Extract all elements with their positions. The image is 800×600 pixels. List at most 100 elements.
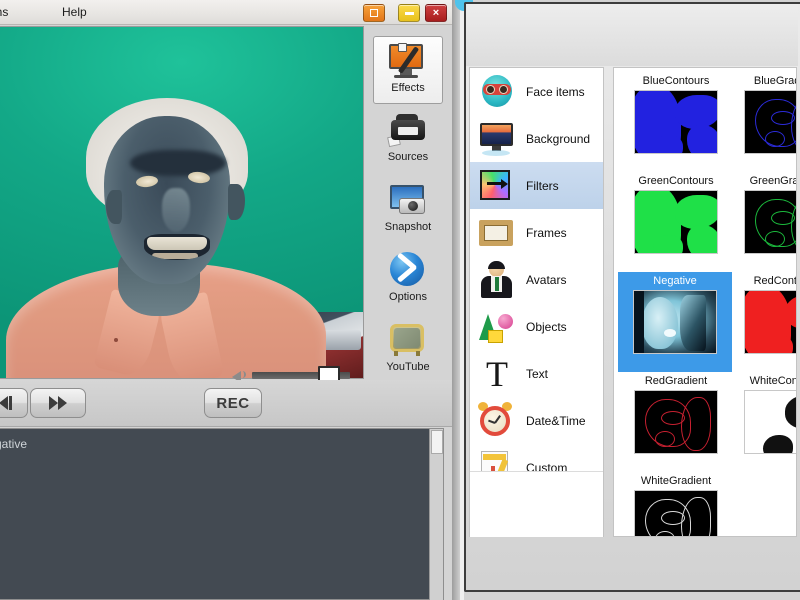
monitor-icon bbox=[476, 120, 516, 158]
log-scrollbar-thumb[interactable] bbox=[431, 430, 443, 454]
effect-thumb-bluecontours[interactable]: BlueContours bbox=[622, 72, 730, 168]
tool-rail: Effects Sources Snapshot Options YouTube bbox=[373, 36, 443, 376]
menu-item-help[interactable]: Help bbox=[57, 4, 92, 21]
category-label: Face items bbox=[526, 84, 585, 99]
forward-button[interactable] bbox=[30, 388, 86, 418]
effect-preview bbox=[634, 490, 718, 536]
category-label: Objects bbox=[526, 319, 567, 334]
tool-button-effects[interactable]: Effects bbox=[373, 36, 443, 104]
log-panel[interactable]: gative bbox=[0, 428, 444, 600]
tool-button-youtube[interactable]: YouTube bbox=[373, 316, 443, 384]
subject-teeth-upper bbox=[147, 237, 207, 250]
effect-label: Negative bbox=[653, 275, 697, 287]
effect-label: GreenContours bbox=[638, 175, 714, 187]
category-item-filters[interactable]: Filters bbox=[470, 162, 603, 209]
forward-icon bbox=[49, 396, 58, 410]
effect-label: RedGradient bbox=[644, 375, 708, 387]
subject-nose bbox=[162, 188, 190, 232]
effects-browser-toolbar bbox=[466, 4, 798, 66]
category-item-avatars[interactable]: Avatars bbox=[470, 256, 603, 303]
menu-item-options[interactable]: tions bbox=[0, 4, 13, 21]
previous-icon-bar bbox=[8, 396, 12, 410]
tool-label: Options bbox=[389, 291, 427, 303]
category-item-objects[interactable]: Objects bbox=[470, 303, 603, 350]
minimize-window-button[interactable] bbox=[398, 4, 420, 22]
effect-thumb-negative[interactable]: Negative bbox=[618, 272, 732, 372]
category-label: Text bbox=[526, 366, 549, 381]
effect-label: WhiteContours bbox=[749, 375, 796, 387]
effect-label: RedContours bbox=[753, 275, 797, 287]
webcam-app-window: tions Help × bbox=[0, 0, 452, 600]
effects-icon bbox=[386, 41, 430, 81]
person-icon bbox=[476, 260, 516, 299]
shirt-button bbox=[114, 338, 118, 342]
effect-thumb-redgradient[interactable]: RedGradient bbox=[622, 372, 730, 468]
tool-label: Effects bbox=[391, 82, 425, 94]
effect-preview bbox=[633, 290, 717, 354]
effect-label: BlueContours bbox=[642, 75, 710, 87]
category-item-text[interactable]: T Text bbox=[470, 350, 603, 397]
effect-preview bbox=[634, 190, 718, 254]
effect-label: BlueGradient bbox=[753, 75, 796, 87]
effect-thumb-bluegradient[interactable]: BlueGradient bbox=[732, 72, 796, 168]
record-button[interactable]: REC bbox=[204, 388, 262, 418]
window-edge bbox=[452, 0, 460, 600]
log-text: gative bbox=[0, 437, 28, 451]
sources-icon bbox=[386, 110, 430, 150]
category-item-background[interactable]: Background bbox=[470, 115, 603, 162]
category-label: Background bbox=[526, 131, 591, 146]
video-preview[interactable] bbox=[0, 26, 364, 379]
shirt-button bbox=[156, 378, 160, 379]
effect-label: GreenGradient bbox=[749, 175, 796, 187]
tool-label: YouTube bbox=[386, 361, 430, 373]
options-icon bbox=[386, 250, 430, 290]
subject-brow bbox=[130, 150, 226, 176]
subject-eye-left bbox=[135, 174, 159, 189]
subject-head bbox=[86, 98, 248, 287]
forward-icon bbox=[58, 396, 67, 410]
subject-face bbox=[104, 116, 245, 284]
subject-mouth bbox=[144, 234, 210, 260]
effect-thumb-whitegradient[interactable]: WhiteGradient bbox=[622, 472, 730, 536]
close-icon: × bbox=[432, 6, 440, 19]
picture-frame-icon bbox=[476, 214, 516, 252]
effect-preview bbox=[744, 90, 796, 154]
category-label: Avatars bbox=[526, 272, 567, 287]
subject-ear-left bbox=[106, 190, 122, 224]
effect-thumb-whitecontours[interactable]: WhiteContours bbox=[732, 372, 796, 468]
tool-button-snapshot[interactable]: Snapshot bbox=[373, 176, 443, 244]
letter-t-icon: T bbox=[486, 353, 508, 394]
previous-icon bbox=[0, 396, 8, 410]
category-label: Filters bbox=[526, 178, 559, 193]
category-item-date-time[interactable]: Date&Time bbox=[470, 397, 603, 444]
restore-window-button[interactable] bbox=[363, 4, 385, 22]
effects-grid: BlueContours BlueGradient bbox=[613, 67, 797, 537]
log-scrollbar[interactable] bbox=[429, 429, 443, 600]
category-list: Face items Background Filters Frames Ava… bbox=[469, 67, 604, 537]
effects-browser-window: Face items Background Filters Frames Ava… bbox=[452, 0, 800, 600]
face-mask-icon bbox=[476, 73, 516, 111]
effect-preview bbox=[634, 390, 718, 454]
effects-browser-body: Face items Background Filters Frames Ava… bbox=[464, 2, 800, 592]
app-root: tions Help × bbox=[0, 0, 800, 600]
effect-preview bbox=[744, 290, 796, 354]
close-window-button[interactable]: × bbox=[425, 4, 447, 22]
menu-bar: tions Help × bbox=[0, 0, 452, 25]
tool-label: Snapshot bbox=[384, 221, 432, 233]
effect-thumb-redcontours[interactable]: RedContours bbox=[732, 272, 797, 368]
category-list-empty-area bbox=[470, 471, 603, 537]
shapes-icon bbox=[476, 308, 516, 346]
category-label: Date&Time bbox=[526, 413, 586, 428]
color-square-icon bbox=[476, 167, 516, 205]
effect-preview bbox=[634, 90, 718, 154]
transport-bar: REC bbox=[0, 380, 452, 427]
previous-button[interactable] bbox=[0, 388, 28, 418]
effect-thumb-greengradient[interactable]: GreenGradient bbox=[732, 172, 796, 268]
category-item-face-items[interactable]: Face items bbox=[470, 68, 603, 115]
alarm-clock-icon bbox=[476, 401, 516, 440]
tool-button-sources[interactable]: Sources bbox=[373, 106, 443, 174]
tool-button-options[interactable]: Options bbox=[373, 246, 443, 314]
effect-thumb-greencontours[interactable]: GreenContours bbox=[622, 172, 730, 268]
youtube-icon bbox=[386, 320, 430, 360]
category-item-frames[interactable]: Frames bbox=[470, 209, 603, 256]
